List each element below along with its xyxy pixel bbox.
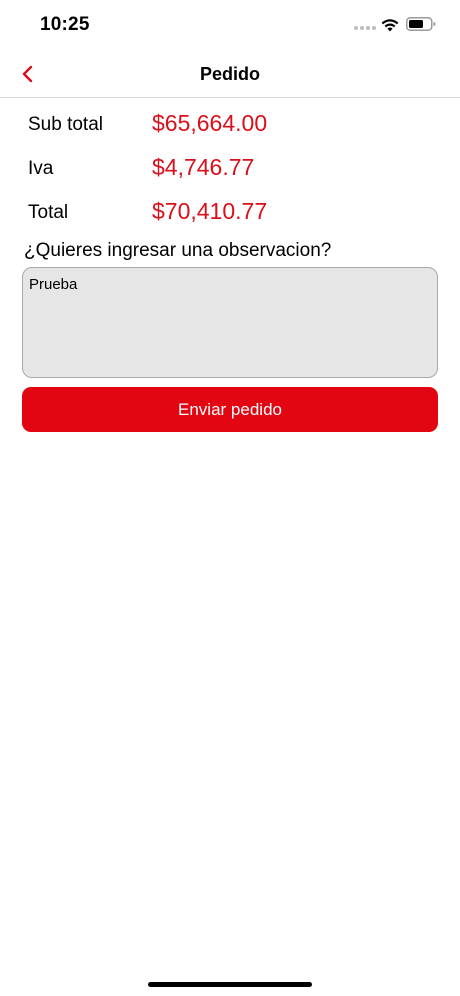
subtotal-row: Sub total $65,664.00 <box>0 102 460 142</box>
total-row: Total $70,410.77 <box>0 190 460 230</box>
home-indicator <box>148 982 312 987</box>
observation-question: ¿Quieres ingresar una observacion? <box>24 240 332 261</box>
navigation-bar: Pedido <box>0 52 460 98</box>
page-title: Pedido <box>199 64 260 84</box>
observation-textarea[interactable]: Prueba <box>22 267 438 378</box>
subtotal-value: $65,664.00 <box>152 110 268 136</box>
status-time: 10:25 <box>40 14 90 35</box>
total-label: Total <box>28 202 69 223</box>
send-order-button[interactable]: Enviar pedido <box>22 387 438 432</box>
cellular-signal-icon <box>354 26 376 30</box>
battery-icon <box>406 17 436 31</box>
status-bar: 10:25 <box>0 0 460 52</box>
iva-row: Iva $4,746.77 <box>0 146 460 186</box>
iva-value: $4,746.77 <box>152 154 255 180</box>
subtotal-label: Sub total <box>28 114 103 135</box>
total-value: $70,410.77 <box>152 198 268 224</box>
wifi-icon <box>381 19 399 32</box>
iva-label: Iva <box>28 158 54 179</box>
